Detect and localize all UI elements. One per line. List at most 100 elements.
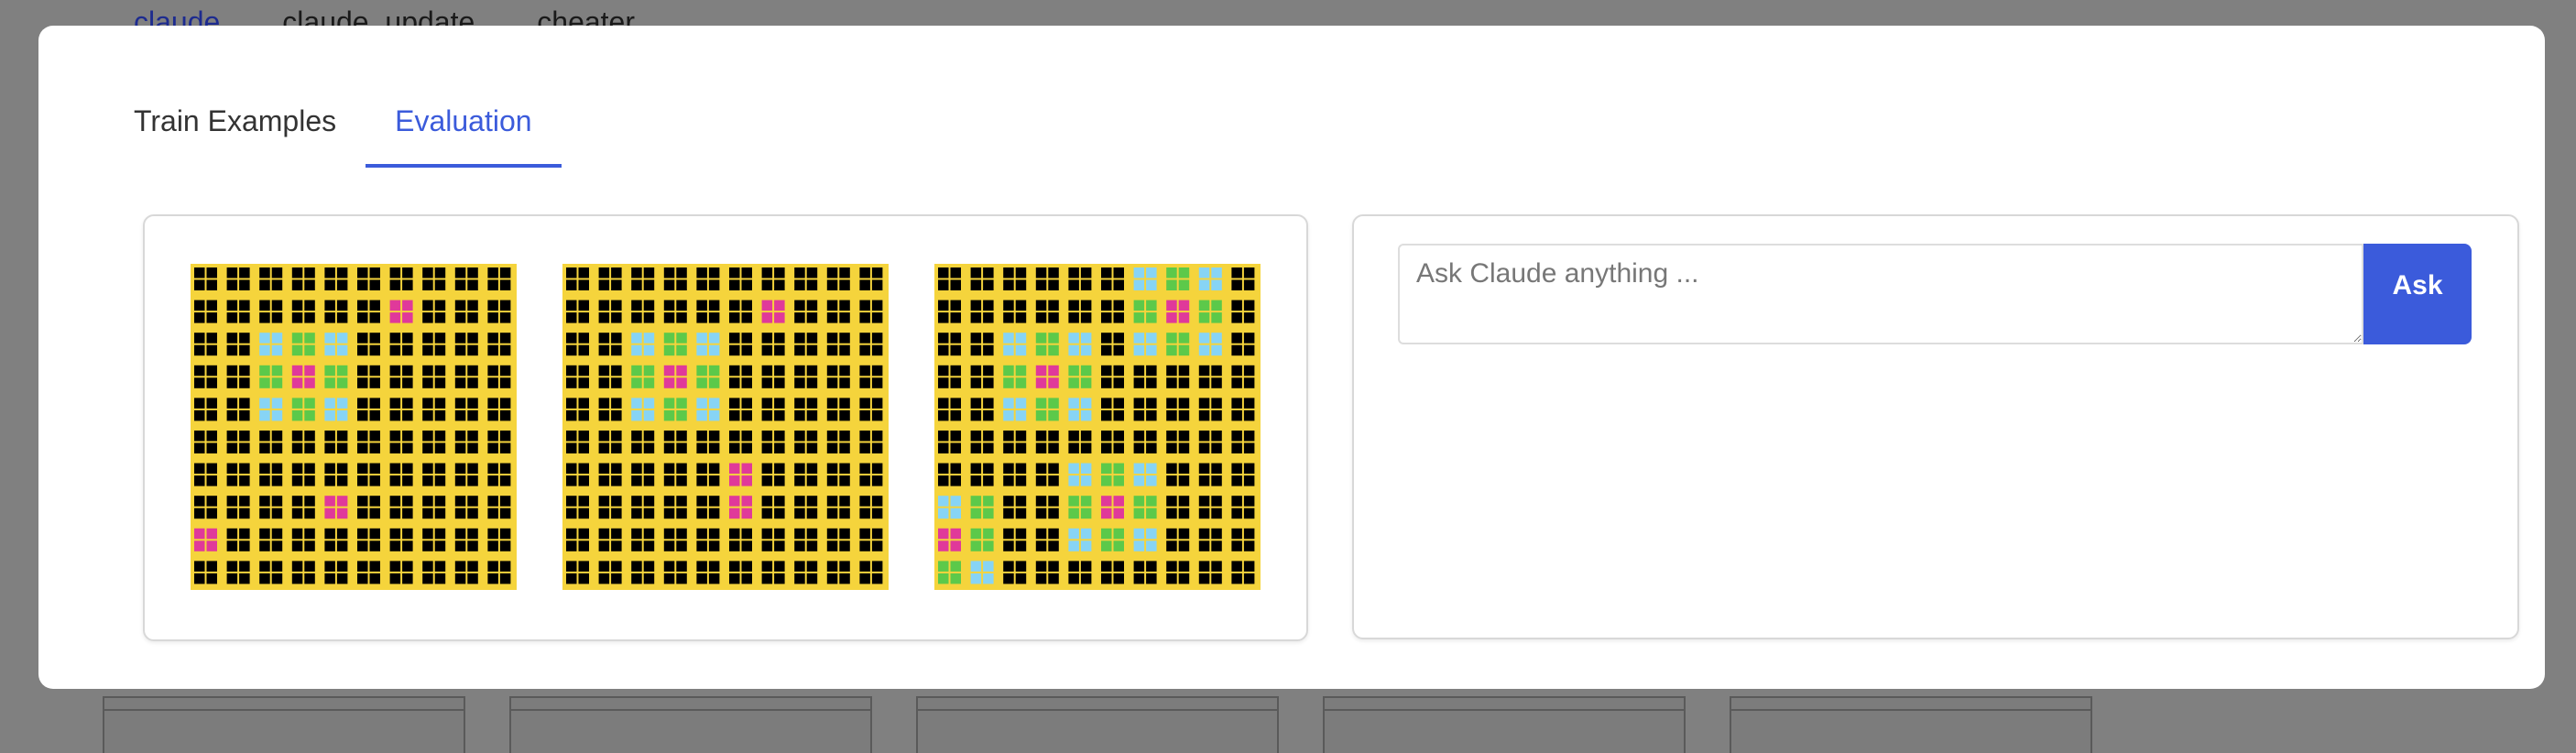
grid-cell <box>611 267 622 278</box>
grid-cell <box>1133 398 1145 409</box>
grid-cell <box>1048 507 1059 519</box>
grid-cell <box>663 300 675 311</box>
grid-cell <box>794 463 805 475</box>
grid-cell <box>859 442 870 453</box>
grid-cell <box>871 528 883 540</box>
grid-cell <box>271 398 283 409</box>
grid-cell <box>806 431 818 442</box>
grid-cell <box>631 431 642 442</box>
grid-cell <box>611 333 622 344</box>
grid-cell <box>631 442 642 453</box>
grid-cell <box>1211 463 1222 475</box>
grid-cell <box>1231 561 1242 572</box>
grid-cell <box>970 496 982 507</box>
grid-cell <box>826 300 838 311</box>
grid-cell <box>454 475 466 486</box>
grid-cell <box>499 344 511 356</box>
grid-cell <box>741 377 752 388</box>
grid-cell <box>1015 573 1027 584</box>
grid-cell <box>1231 540 1242 551</box>
grid-cell <box>1080 365 1092 376</box>
grid-cell <box>1243 333 1255 344</box>
grid-cell <box>578 507 589 519</box>
grid-cell <box>566 312 577 323</box>
grid-cell <box>194 528 205 540</box>
grid-cell <box>806 496 818 507</box>
grid-cell <box>402 300 413 311</box>
grid-cell <box>578 377 589 388</box>
grid-cell <box>774 496 785 507</box>
tab-train-examples[interactable]: Train Examples <box>95 66 366 168</box>
grid-cell <box>1068 279 1079 290</box>
grid-cell <box>259 540 270 551</box>
grid-cell <box>950 344 961 356</box>
tab-evaluation[interactable]: Evaluation <box>366 66 562 168</box>
grid-cell <box>1003 528 1014 540</box>
grid-cell <box>357 573 368 584</box>
grid-cell <box>566 377 577 388</box>
grid-cell <box>578 496 589 507</box>
grid-cell <box>1113 463 1124 475</box>
grid-cell <box>806 409 818 421</box>
grid-cell <box>839 409 850 421</box>
grid-cell <box>696 540 707 551</box>
grid-cell <box>336 267 348 278</box>
grid-cell <box>611 463 622 475</box>
grid-cell <box>970 344 982 356</box>
grid-cell <box>871 496 883 507</box>
grid-cell <box>578 300 589 311</box>
grid-cell <box>696 528 707 540</box>
grid-cell <box>950 398 961 409</box>
grid-cell <box>1133 496 1145 507</box>
grid-cell <box>226 377 238 388</box>
grid-cell <box>1198 496 1210 507</box>
grid-cell <box>1198 344 1210 356</box>
ask-button[interactable]: Ask <box>2363 244 2472 344</box>
grid-cell <box>389 528 401 540</box>
grid-cell <box>357 333 368 344</box>
grid-cell <box>259 333 270 344</box>
grid-cell <box>806 507 818 519</box>
grid-cell <box>422 267 433 278</box>
grid-cell <box>1068 442 1079 453</box>
grid-cell <box>611 312 622 323</box>
grid-cell <box>839 475 850 486</box>
grid-cell <box>1211 573 1222 584</box>
grid-cell <box>357 398 368 409</box>
grid-cell <box>598 431 610 442</box>
grid-cell <box>859 540 870 551</box>
grid-cell <box>239 267 250 278</box>
grid-cell <box>389 312 401 323</box>
grid-cell <box>357 496 368 507</box>
grid-cell <box>1003 561 1014 572</box>
grid-cell <box>643 267 655 278</box>
grid-cell <box>794 528 805 540</box>
grid-cell <box>206 377 217 388</box>
grid-cell <box>1015 442 1027 453</box>
grid-cell <box>696 507 707 519</box>
grid-cell <box>741 409 752 421</box>
ask-input[interactable] <box>1398 244 2363 344</box>
grid-cell <box>1211 431 1222 442</box>
grid-cell <box>1068 540 1079 551</box>
grid-cell <box>291 442 303 453</box>
grids-panel <box>143 214 1308 641</box>
grid-cell <box>1003 333 1014 344</box>
grid-cell <box>336 312 348 323</box>
grid-cell <box>487 573 498 584</box>
grid-cell <box>611 365 622 376</box>
grid-cell <box>304 463 315 475</box>
grid-cell <box>761 463 773 475</box>
grid-cell <box>1003 507 1014 519</box>
grid-cell <box>696 496 707 507</box>
grid-cell <box>1101 377 1112 388</box>
grid-cell <box>357 409 368 421</box>
grid-cell <box>1048 300 1059 311</box>
grid-cell <box>1068 573 1079 584</box>
grid-cell <box>938 442 949 453</box>
grid-cell <box>631 312 642 323</box>
grid-cell <box>467 496 478 507</box>
grid-cell <box>794 344 805 356</box>
tab-evaluation-label: Evaluation <box>395 104 532 137</box>
grid-cell <box>741 561 752 572</box>
